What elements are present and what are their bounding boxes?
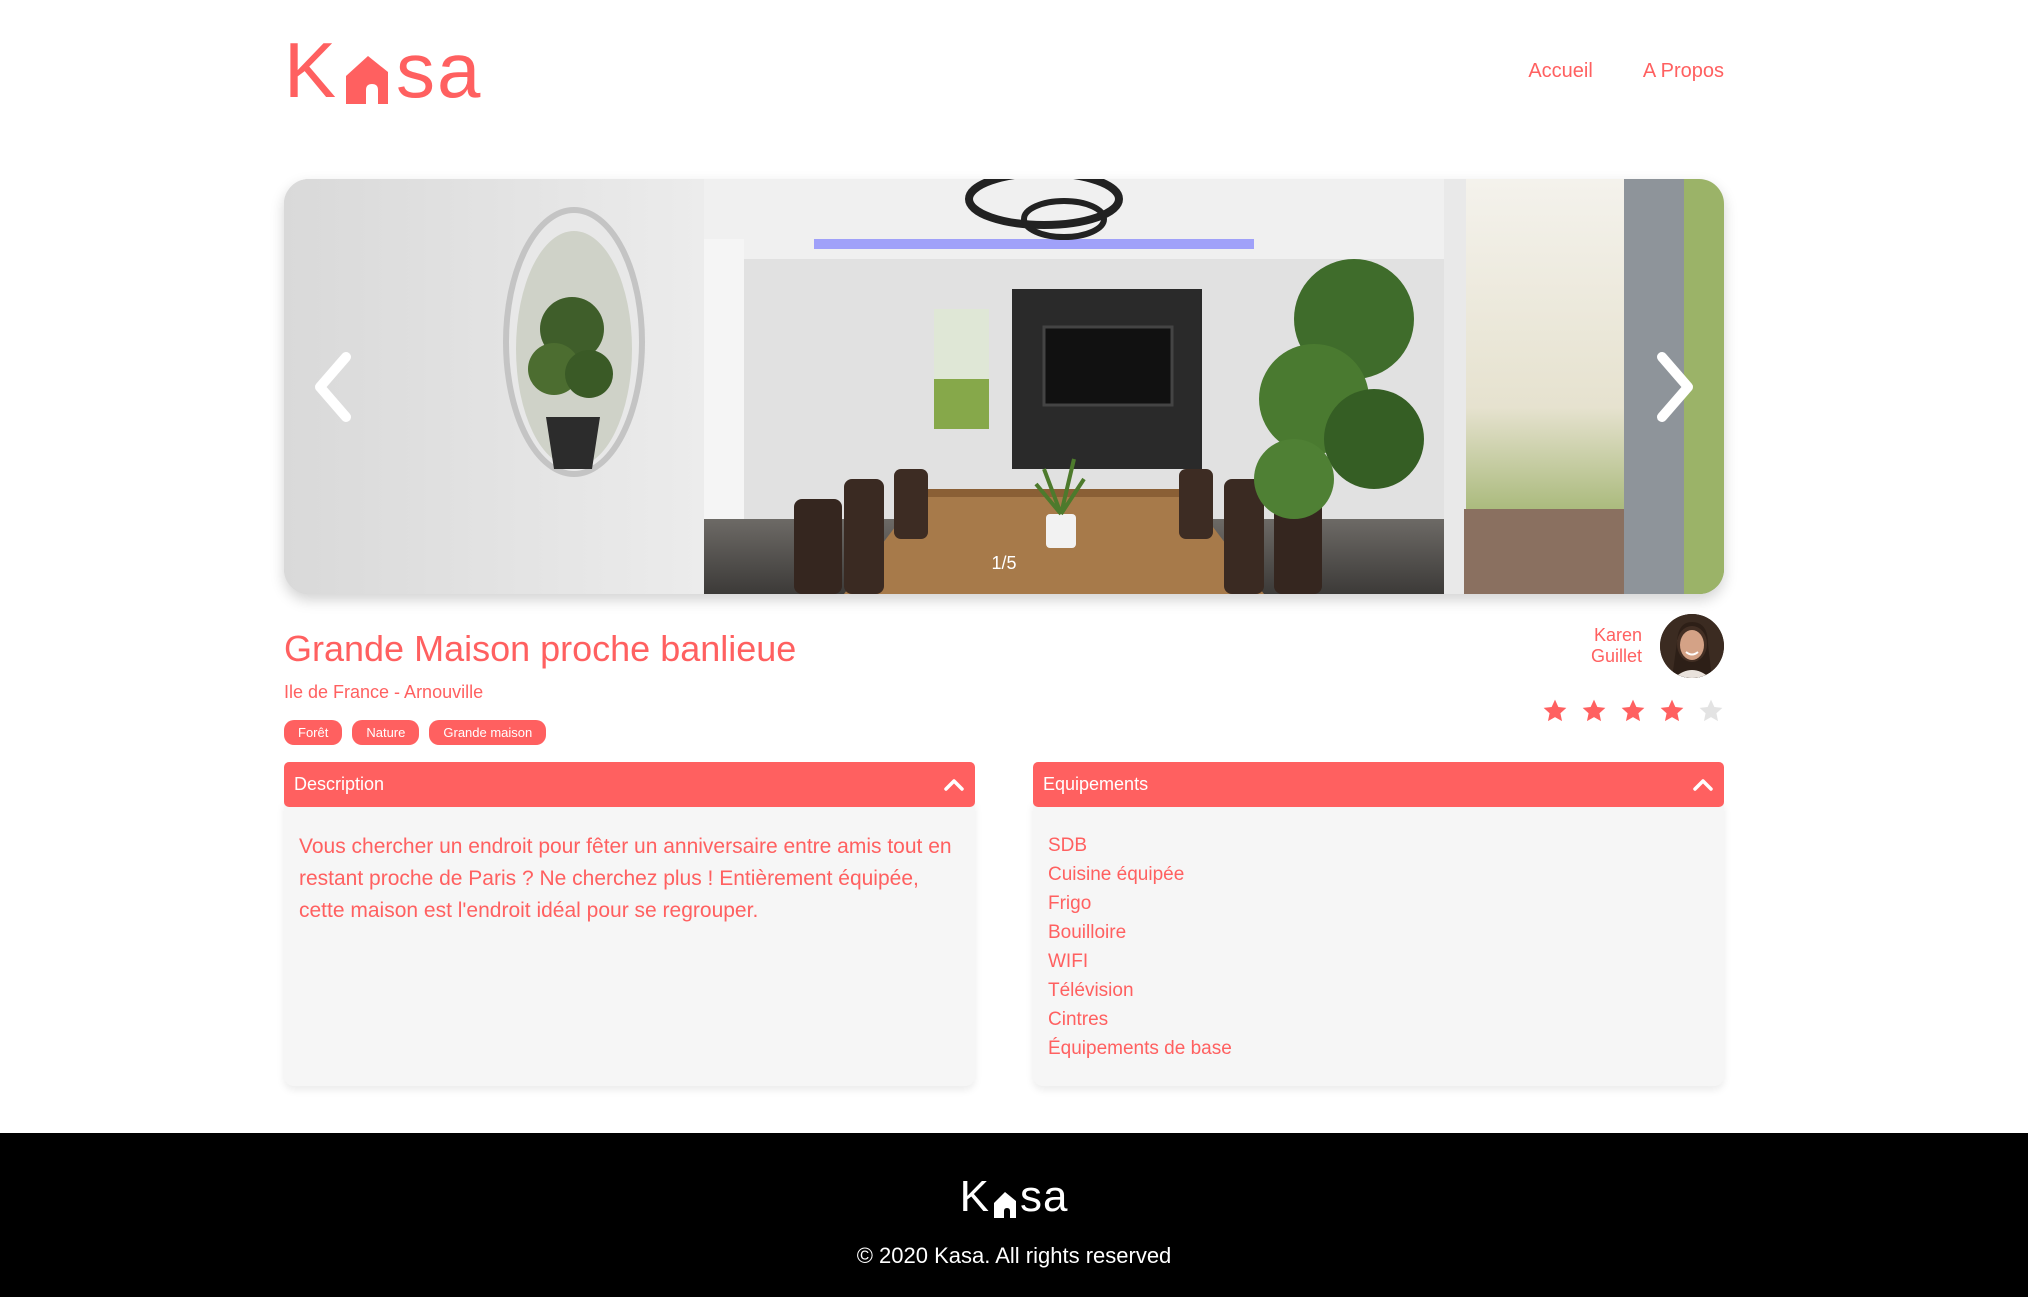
image-carousel: 1/5 [284,179,1724,594]
host-first-name: Karen [1593,625,1642,645]
house-icon [993,1192,1016,1218]
description-label: Description [294,774,385,794]
host-name: Karen Guillet [1591,625,1642,667]
site-header: K sa Accueil A Propos [284,26,1724,114]
list-item: SDB [1048,835,1088,856]
rating-stars [1542,698,1724,724]
listing-photo [284,179,1724,594]
nav-link-accueil[interactable]: Accueil [1528,60,1592,83]
chevron-right-icon[interactable] [1642,347,1702,427]
list-item: Cuisine équipée [1048,864,1185,885]
host-last-name: Guillet [1590,646,1642,666]
tag: Nature [352,720,420,745]
main-nav: Accueil A Propos [1528,60,1724,83]
list-item: Frigo [1048,893,1092,914]
listing-info: Grande Maison proche banlieue Ile de Fra… [284,614,1724,745]
star-icon [1621,699,1645,722]
list-item: Équipements de base [1048,1038,1232,1059]
tag-list: Forêt Nature Grande maison [284,720,547,745]
site-footer: K sa © 2020 Kasa. All rights reserved [0,1133,2028,1297]
listing-title: Grande Maison proche banlieue [284,628,797,669]
chevron-up-icon[interactable] [1692,778,1714,792]
tag: Grande maison [429,720,547,745]
list-item: WIFI [1048,951,1089,972]
footer-logo: K sa [0,1175,2028,1219]
chevron-left-icon[interactable] [306,347,366,427]
list-item: Télévision [1048,980,1134,1001]
logo-letter-k: K [284,26,339,114]
star-icon [1660,699,1684,722]
tag: Forêt [284,720,343,745]
star-icon [1543,699,1567,722]
footer-logo-letters-sa: sa [1019,1172,1069,1221]
listing-location: Ile de France - Arnouville [284,682,484,702]
description-content: Vous chercher un endroit pour fêter un a… [284,801,975,1086]
equipments-toggle[interactable]: Equipements [1033,762,1724,807]
chevron-up-icon[interactable] [943,778,965,792]
equipments-content: SDB Cuisine équipée Frigo Bouilloire WIF… [1033,801,1724,1086]
footer-logo-letter-k: K [959,1172,990,1221]
copyright-text: © 2020 Kasa. All rights reserved [856,1243,1172,1268]
description-toggle[interactable]: Description [284,762,975,807]
equipments-label: Equipements [1043,774,1149,794]
list-item: Cintres [1048,1009,1109,1030]
avatar [1660,614,1724,678]
house-icon [346,56,389,104]
equipments-collapse: Equipements SDB Cuisine équipée Frigo Bo… [1033,762,1724,1086]
equipments-list: SDB Cuisine équipée Frigo Bouilloire WIF… [1048,831,1709,1063]
kasa-logo[interactable]: K sa [284,26,483,114]
logo-letters-sa: sa [396,26,483,114]
description-collapse: Description Vous chercher un endroit pou… [284,762,975,1086]
nav-link-a-propos[interactable]: A Propos [1643,60,1724,83]
star-icon [1699,699,1723,722]
host-info: Karen Guillet [1591,614,1724,678]
slide-counter: 1/5 [991,553,1017,573]
list-item: Bouilloire [1048,922,1127,943]
description-text: Vous chercher un endroit pour fêter un a… [299,835,952,922]
star-icon [1582,699,1606,722]
